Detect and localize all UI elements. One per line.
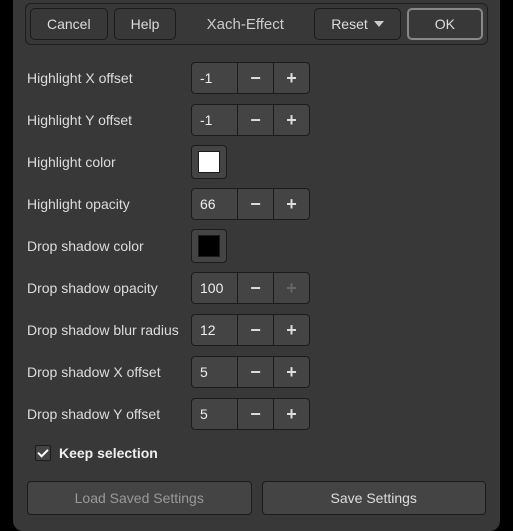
plus-icon[interactable]: + [274,188,310,220]
form: Highlight X offset − + Highlight Y offse… [25,61,488,515]
footer: Load Saved Settings Save Settings [27,481,486,515]
label: Highlight color [27,154,191,170]
minus-icon[interactable]: − [238,314,274,346]
xach-effect-dialog: Cancel Help Xach-Effect Reset OK Highlig… [13,0,500,531]
plus-icon[interactable]: + [274,104,310,136]
shadow-x-input[interactable] [191,356,238,388]
check-icon [37,446,48,457]
keep-selection-row[interactable]: Keep selection [27,445,486,461]
label: Drop shadow blur radius [27,322,191,338]
cancel-button[interactable]: Cancel [30,8,108,40]
chevron-down-icon [374,21,384,27]
load-settings-button[interactable]: Load Saved Settings [27,481,252,515]
shadow-opacity-input[interactable] [191,272,238,304]
row-highlight-opacity: Highlight opacity − + [27,187,486,221]
keep-selection-checkbox[interactable] [35,445,51,461]
label: Drop shadow opacity [27,280,191,296]
ok-button[interactable]: OK [407,8,483,40]
label: Drop shadow X offset [27,364,191,380]
dialog-title: Xach-Effect [182,16,308,33]
highlight-opacity-input[interactable] [191,188,238,220]
color-swatch [198,235,220,257]
shadow-y-spinner: − + [191,398,310,430]
highlight-y-spinner: − + [191,104,310,136]
row-highlight-color: Highlight color [27,145,486,179]
minus-icon[interactable]: − [238,104,274,136]
color-swatch [198,151,220,173]
minus-icon[interactable]: − [238,188,274,220]
label: Highlight Y offset [27,112,191,128]
minus-icon[interactable]: − [238,62,274,94]
minus-icon[interactable]: − [238,398,274,430]
label: Drop shadow color [27,238,191,254]
save-settings-button[interactable]: Save Settings [262,481,487,515]
label: Drop shadow Y offset [27,406,191,422]
plus-icon[interactable]: + [274,398,310,430]
shadow-blur-input[interactable] [191,314,238,346]
label: Highlight X offset [27,70,191,86]
plus-icon: + [274,272,310,304]
minus-icon[interactable]: − [238,272,274,304]
plus-icon[interactable]: + [274,356,310,388]
shadow-opacity-spinner: − + [191,272,310,304]
row-shadow-y: Drop shadow Y offset − + [27,397,486,431]
highlight-y-input[interactable] [191,104,238,136]
plus-icon[interactable]: + [274,62,310,94]
highlight-x-input[interactable] [191,62,238,94]
row-highlight-y: Highlight Y offset − + [27,103,486,137]
row-shadow-opacity: Drop shadow opacity − + [27,271,486,305]
highlight-opacity-spinner: − + [191,188,310,220]
row-shadow-x: Drop shadow X offset − + [27,355,486,389]
keep-selection-label: Keep selection [59,445,158,461]
shadow-x-spinner: − + [191,356,310,388]
highlight-x-spinner: − + [191,62,310,94]
shadow-blur-spinner: − + [191,314,310,346]
minus-icon[interactable]: − [238,356,274,388]
row-shadow-color: Drop shadow color [27,229,486,263]
row-shadow-blur: Drop shadow blur radius − + [27,313,486,347]
plus-icon[interactable]: + [274,314,310,346]
help-button[interactable]: Help [114,8,177,40]
label: Highlight opacity [27,196,191,212]
reset-label: Reset [331,16,368,32]
shadow-y-input[interactable] [191,398,238,430]
row-highlight-x: Highlight X offset − + [27,61,486,95]
reset-button[interactable]: Reset [314,8,401,40]
highlight-color-button[interactable] [191,145,227,179]
dialog-toolbar: Cancel Help Xach-Effect Reset OK [25,3,488,45]
shadow-color-button[interactable] [191,229,227,263]
